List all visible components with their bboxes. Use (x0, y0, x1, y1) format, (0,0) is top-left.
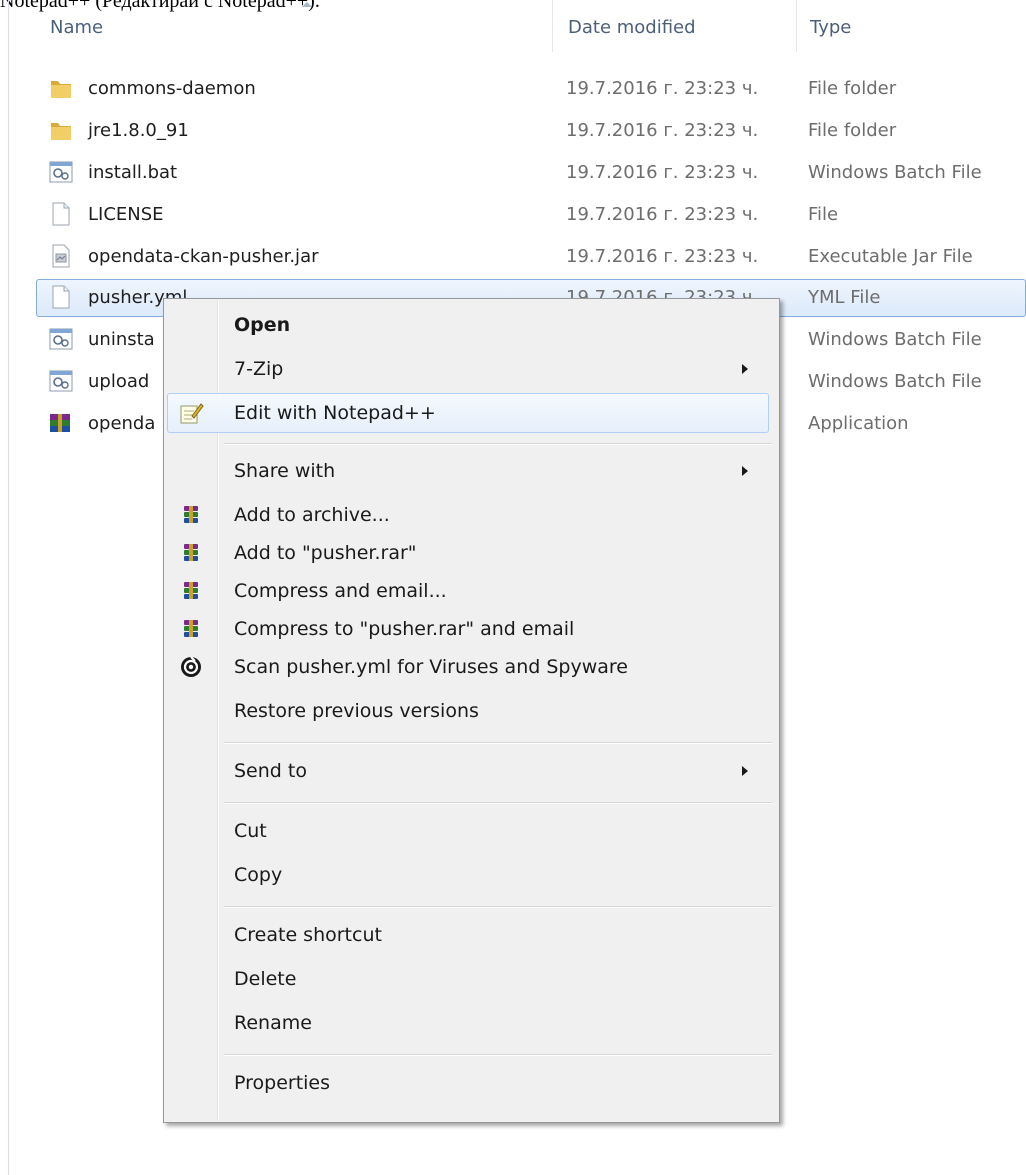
menu-item-label: Restore previous versions (234, 700, 479, 722)
file-type: File (808, 204, 839, 225)
menu-item-create-shortcut[interactable]: Create shortcut (164, 917, 779, 953)
column-header-bar: Name Date modified Type (0, 0, 1026, 52)
file-name: install.bat (88, 162, 178, 183)
file-date: 19.7.2016 г. 23:23 ч. (566, 78, 759, 99)
file-row-commons-daemon[interactable]: commons-daemon 19.7.2016 г. 23:23 ч. Fil… (40, 68, 1026, 108)
column-header-name[interactable]: Name (50, 17, 103, 38)
column-divider[interactable] (796, 0, 797, 52)
notepad-plus-plus-icon (180, 403, 204, 424)
sort-arrow-icon (302, 2, 312, 7)
file-name: LICENSE (88, 204, 164, 225)
file-date: 19.7.2016 г. 23:23 ч. (566, 120, 759, 141)
menu-item-delete[interactable]: Delete (164, 961, 779, 997)
menu-item-label: Add to "pusher.rar" (234, 542, 417, 564)
menu-item-label: Compress to "pusher.rar" and email (234, 618, 575, 640)
menu-item-add-to-archive[interactable]: Add to archive... (164, 497, 779, 533)
file-name: jre1.8.0_91 (88, 120, 189, 141)
menu-item-send-to[interactable]: Send to (164, 753, 779, 789)
menu-separator (224, 443, 772, 445)
menu-item-edit-notepad[interactable]: Edit with Notepad++ (164, 393, 779, 433)
menu-item-label: Compress and email... (234, 580, 447, 602)
column-header-date-modified[interactable]: Date modified (568, 17, 696, 38)
file-name: commons-daemon (88, 78, 256, 99)
jar-file-icon (52, 244, 70, 268)
menu-item-label: Cut (234, 820, 267, 842)
file-row-opendata-jar[interactable]: opendata-ckan-pusher.jar 19.7.2016 г. 23… (40, 236, 1026, 276)
file-date: 19.7.2016 г. 23:23 ч. (566, 204, 759, 225)
menu-item-rename[interactable]: Rename (164, 1005, 779, 1041)
file-type: Windows Batch File (808, 371, 982, 392)
menu-item-label: Copy (234, 864, 283, 886)
menu-item-share-with[interactable]: Share with (164, 453, 779, 489)
file-row-install-bat[interactable]: install.bat 19.7.2016 г. 23:23 ч. Window… (40, 152, 1026, 192)
menu-separator (224, 802, 772, 804)
batch-file-icon (49, 328, 73, 350)
winrar-icon (184, 544, 198, 561)
file-name: uninsta (88, 329, 155, 350)
winrar-icon (184, 582, 198, 599)
column-divider[interactable] (552, 0, 553, 52)
menu-item-label: Edit with Notepad++ (234, 402, 436, 424)
menu-item-scan-viruses[interactable]: Scan pusher.yml for Viruses and Spyware (164, 649, 779, 685)
blank-file-icon (52, 285, 70, 309)
menu-item-label: 7-Zip (234, 358, 284, 380)
menu-item-label: Open (234, 314, 291, 336)
file-type: Executable Jar File (808, 246, 973, 267)
file-type: Windows Batch File (808, 329, 982, 350)
file-type: Application (808, 413, 909, 434)
submenu-arrow-icon (742, 364, 748, 374)
winrar-app-icon (50, 414, 70, 432)
file-date: 19.7.2016 г. 23:23 ч. (566, 162, 759, 183)
menu-item-label: Rename (234, 1012, 312, 1034)
menu-item-7zip[interactable]: 7-Zip (164, 351, 779, 387)
menu-item-add-to-rar[interactable]: Add to "pusher.rar" (164, 535, 779, 571)
batch-file-icon (49, 161, 73, 183)
batch-file-icon (49, 370, 73, 392)
folder-icon (51, 81, 71, 98)
file-date: 19.7.2016 г. 23:23 ч. (566, 246, 759, 267)
winrar-icon (184, 620, 198, 637)
folder-icon (51, 123, 71, 140)
file-row-jre[interactable]: jre1.8.0_91 19.7.2016 г. 23:23 ч. File f… (40, 110, 1026, 150)
file-type: File folder (808, 78, 897, 99)
menu-item-compress-email[interactable]: Compress and email... (164, 573, 779, 609)
menu-item-label: Share with (234, 460, 336, 482)
menu-item-properties[interactable]: Properties (164, 1065, 779, 1101)
menu-item-label: Create shortcut (234, 924, 382, 946)
menu-item-copy[interactable]: Copy (164, 857, 779, 893)
file-row-license[interactable]: LICENSE 19.7.2016 г. 23:23 ч. File (40, 194, 1026, 234)
winrar-icon (184, 506, 198, 523)
menu-item-label: Add to archive... (234, 504, 390, 526)
file-name: openda (88, 413, 156, 434)
file-name: opendata-ckan-pusher.jar (88, 246, 319, 267)
submenu-arrow-icon (742, 466, 748, 476)
menu-item-label: Properties (234, 1072, 331, 1094)
explorer-left-border (8, 0, 9, 1175)
menu-separator (224, 742, 772, 744)
menu-item-restore-versions[interactable]: Restore previous versions (164, 693, 779, 729)
menu-item-label: Send to (234, 760, 307, 782)
file-type: Windows Batch File (808, 162, 982, 183)
menu-item-label: Delete (234, 968, 297, 990)
context-menu: Open 7-Zip Edit with Notepad++ Share wit… (163, 298, 780, 1123)
menu-separator (224, 906, 772, 908)
menu-item-cut[interactable]: Cut (164, 813, 779, 849)
menu-separator (224, 1054, 772, 1056)
menu-item-open[interactable]: Open (164, 307, 779, 343)
file-name: upload (88, 371, 150, 392)
antivirus-scan-icon (181, 656, 201, 677)
menu-item-label: Scan pusher.yml for Viruses and Spyware (234, 656, 628, 678)
blank-file-icon (52, 202, 70, 226)
file-type: File folder (808, 120, 897, 141)
menu-item-compress-rar-email[interactable]: Compress to "pusher.rar" and email (164, 611, 779, 647)
column-header-type[interactable]: Type (810, 17, 851, 38)
file-type: YML File (808, 287, 881, 308)
submenu-arrow-icon (742, 766, 748, 776)
